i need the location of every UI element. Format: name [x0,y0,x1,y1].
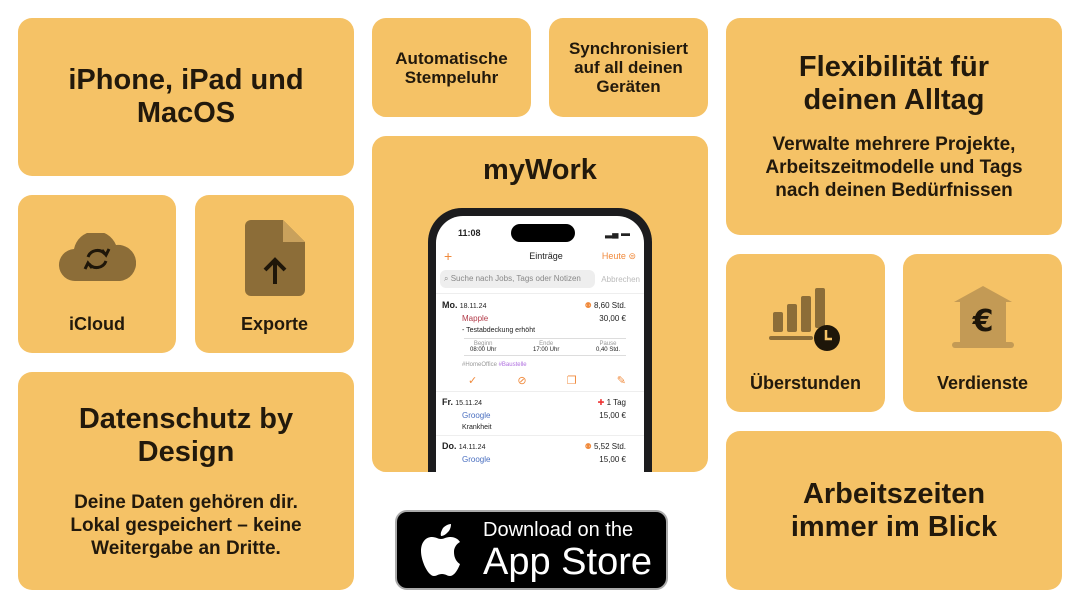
pause-icon[interactable]: ⊘ [517,374,526,387]
copy-icon[interactable]: ❐ [567,374,577,387]
overtime-chart-icon [768,288,840,351]
export-document-icon [244,220,305,296]
entry[interactable]: Mo. 18.11.24 ⚉ 8,60 Std. Mapple 30,00 € - … [436,293,644,391]
filter-icon[interactable]: ⊜ [628,251,636,261]
entry[interactable]: Do. 14.11.24 ⚉ 5,52 Std. Groogle 15,00 € [436,435,644,468]
icloud-sync-icon [59,233,136,282]
today-button[interactable]: Heute [602,251,626,261]
card-clock: Automatische Stempeluhr [372,18,531,117]
add-icon[interactable]: + [444,248,452,264]
cancel-button[interactable]: Abbrechen [601,275,640,284]
card-privacy: Datenschutz by Design Deine Daten gehöre… [18,372,354,590]
check-icon[interactable]: ✓ [468,374,477,387]
card-overtime: Überstunden [726,254,885,412]
status-icons: ▂▄ ▬ [605,227,630,238]
search-input[interactable]: ⌕ Suche nach Jobs, Tags oder Notizen [440,270,595,288]
card-platforms: iPhone, iPad und MacOS [18,18,354,176]
card-hours: Arbeitszeiten immer im Blick [726,431,1062,590]
entry[interactable]: Fr. 15.11.24 ✚ 1 Tag Groogle 15,00 € Krank… [436,391,644,435]
card-flex: Flexibilität für deinen Alltag Verwalte … [726,18,1062,235]
dynamic-island [510,224,575,242]
card-export: Exporte [195,195,354,353]
phone-mockup: 11:08 ▂▄ ▬ + Einträge Heute ⊜ ⌕ Suche nac… [428,208,652,472]
apple-logo-icon [421,524,460,576]
edit-icon[interactable]: ✎ [617,374,626,387]
bank-euro-icon: € [951,286,1014,348]
app-store-badge[interactable]: Download on the App Store [395,510,668,590]
card-sync: Synchronisiert auf all deinen Geräten [549,18,708,117]
card-icloud: iCloud [18,195,176,353]
svg-text:€: € [971,304,993,339]
card-earnings: € Verdienste [903,254,1062,412]
